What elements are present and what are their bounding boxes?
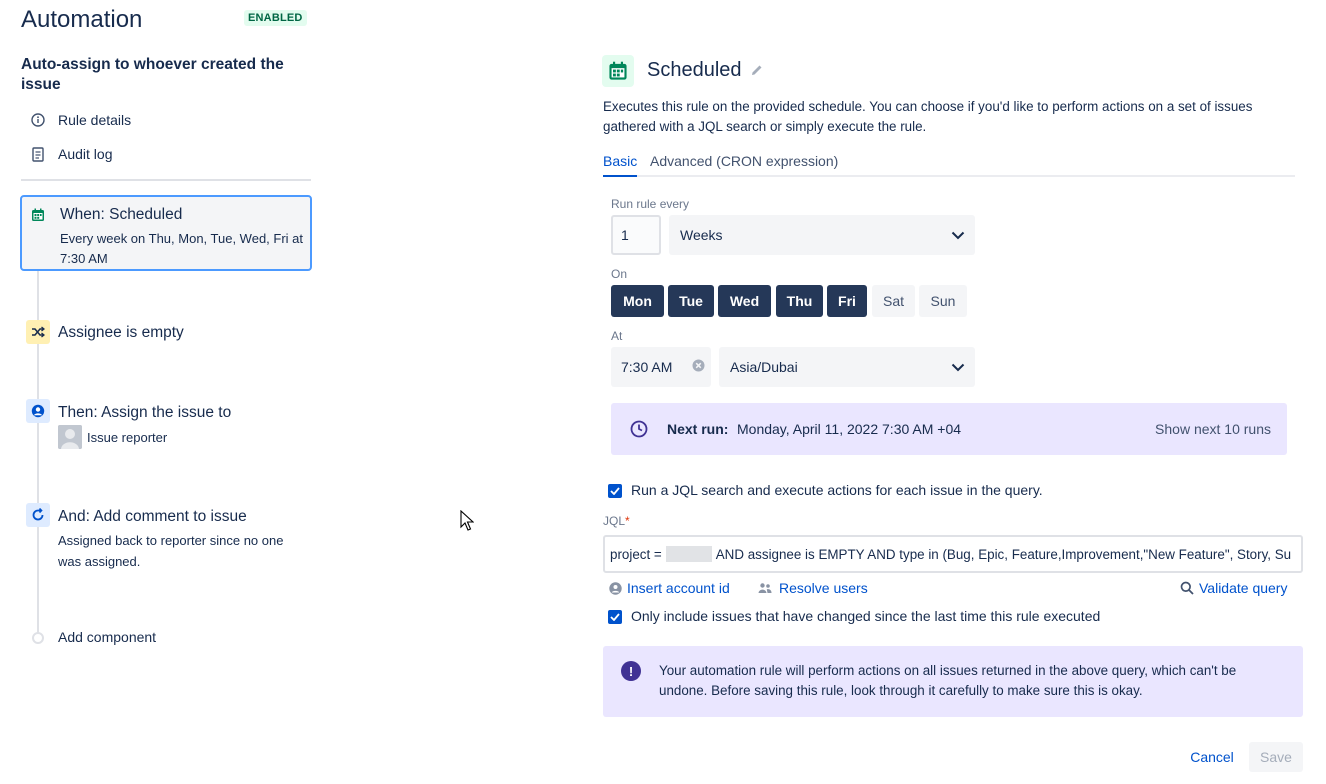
warning-panel: ! Your automation rule will perform acti… [603, 646, 1303, 717]
show-next-runs-button[interactable]: Show next 10 runs [1155, 421, 1271, 437]
day-toggle-sat[interactable]: Sat [872, 285, 915, 317]
shuffle-icon [26, 320, 50, 344]
nav-rule-details[interactable]: Rule details [30, 108, 131, 132]
search-icon [1180, 581, 1194, 595]
day-toggle-mon[interactable]: Mon [611, 285, 664, 317]
nav-divider [21, 179, 311, 181]
nav-audit-log[interactable]: Audit log [30, 142, 112, 166]
day-toggle-sun[interactable]: Sun [919, 285, 967, 317]
editor-title: Scheduled [647, 59, 742, 81]
tab-basic[interactable]: Basic [603, 153, 638, 177]
chevron-down-icon [951, 359, 965, 375]
validate-query-link[interactable]: Validate query [1180, 580, 1287, 596]
editor-description: Executes this rule on the provided sched… [603, 99, 1253, 134]
calendar-icon [28, 205, 48, 225]
comment-title: And: Add comment to issue [58, 508, 247, 525]
warning-text: Your automation rule will perform action… [659, 663, 1237, 698]
clock-icon [630, 420, 648, 443]
component-action-assign[interactable]: Then: Assign the issue to Issue reporter [20, 399, 312, 454]
cancel-button[interactable]: Cancel [1184, 742, 1240, 772]
day-toggle-tue[interactable]: Tue [668, 285, 714, 317]
clear-icon[interactable] [692, 359, 705, 375]
check-icon [610, 487, 620, 495]
jql-prefix: project = [610, 546, 662, 562]
refresh-icon [26, 503, 50, 527]
time-value: 7:30 AM [621, 359, 673, 375]
save-button[interactable]: Save [1249, 742, 1303, 772]
component-condition[interactable]: Assignee is empty [20, 320, 312, 350]
component-action-comment[interactable]: And: Add comment to issue Assigned back … [20, 503, 312, 573]
add-component-button[interactable]: Add component [58, 629, 156, 645]
at-label: At [611, 329, 623, 343]
jql-suffix: AND assignee is EMPTY AND type in (Bug, … [715, 546, 1292, 562]
nav-audit-log-label: Audit log [58, 146, 113, 162]
check-icon [610, 613, 620, 621]
component-trigger[interactable]: When: Scheduled Every week on Thu, Mon, … [20, 195, 312, 271]
insert-account-id-link[interactable]: Insert account id [609, 580, 730, 596]
condition-title: Assignee is empty [58, 324, 184, 341]
mouse-cursor-icon [460, 509, 475, 536]
run-every-label: Run rule every [611, 197, 690, 211]
insert-account-id-label: Insert account id [627, 580, 730, 596]
timezone-select[interactable]: Asia/Dubai [719, 347, 975, 387]
jql-search-checkbox-label: Run a JQL search and execute actions for… [631, 482, 1043, 498]
page-title: Automation [21, 6, 143, 33]
nav-rule-details-label: Rule details [58, 112, 132, 128]
assign-target: Issue reporter [87, 430, 168, 445]
jql-label: JQL* [603, 514, 630, 528]
chevron-down-icon [951, 227, 965, 243]
on-label: On [611, 267, 628, 281]
scheduled-calendar-icon [602, 55, 634, 87]
next-run-value: Monday, April 11, 2022 7:30 AM +04 [737, 421, 962, 437]
jql-input[interactable]: project = AND assignee is EMPTY AND type… [603, 535, 1303, 573]
resolve-users-label: Resolve users [779, 580, 868, 596]
next-run-panel: Next run: Monday, April 11, 2022 7:30 AM… [611, 403, 1287, 455]
user-icon [609, 581, 622, 595]
document-icon [30, 146, 46, 162]
trigger-description: Every week on Thu, Mon, Tue, Wed, Fri at… [60, 231, 304, 266]
trigger-title: When: Scheduled [60, 206, 183, 223]
pencil-icon[interactable] [750, 63, 764, 82]
day-toggle-wed[interactable]: Wed [718, 285, 771, 317]
run-every-input[interactable]: 1 [611, 215, 661, 255]
changed-only-checkbox[interactable] [608, 610, 622, 624]
rule-name[interactable]: Auto-assign to whoever created the issue [21, 55, 301, 95]
users-icon [758, 582, 772, 594]
status-badge: ENABLED [244, 10, 307, 26]
tab-advanced-cron[interactable]: Advanced (CRON expression) [650, 153, 838, 175]
day-toggle-fri[interactable]: Fri [827, 285, 867, 317]
exclamation-icon: ! [621, 661, 641, 681]
avatar [58, 425, 82, 449]
resolve-users-link[interactable]: Resolve users [758, 580, 868, 596]
add-component-dot [32, 632, 44, 644]
changed-only-checkbox-label: Only include issues that have changed si… [631, 608, 1101, 624]
jql-search-checkbox[interactable] [608, 484, 622, 498]
interval-unit-value: Weeks [680, 227, 723, 243]
timezone-value: Asia/Dubai [730, 359, 798, 375]
next-run-label: Next run: [667, 421, 729, 437]
interval-unit-select[interactable]: Weeks [669, 215, 975, 255]
user-circle-icon [26, 399, 50, 423]
jql-label-text: JQL [603, 514, 626, 528]
assign-title: Then: Assign the issue to [58, 404, 232, 421]
tab-bar: Basic Advanced (CRON expression) [603, 150, 1295, 177]
validate-query-label: Validate query [1199, 580, 1288, 596]
comment-text: Assigned back to reporter since no one w… [58, 533, 284, 569]
info-icon [30, 112, 46, 128]
redacted-project-key [665, 546, 712, 562]
day-toggle-thu[interactable]: Thu [776, 285, 823, 317]
required-mark: * [625, 514, 630, 528]
time-picker[interactable]: 7:30 AM [611, 347, 711, 387]
